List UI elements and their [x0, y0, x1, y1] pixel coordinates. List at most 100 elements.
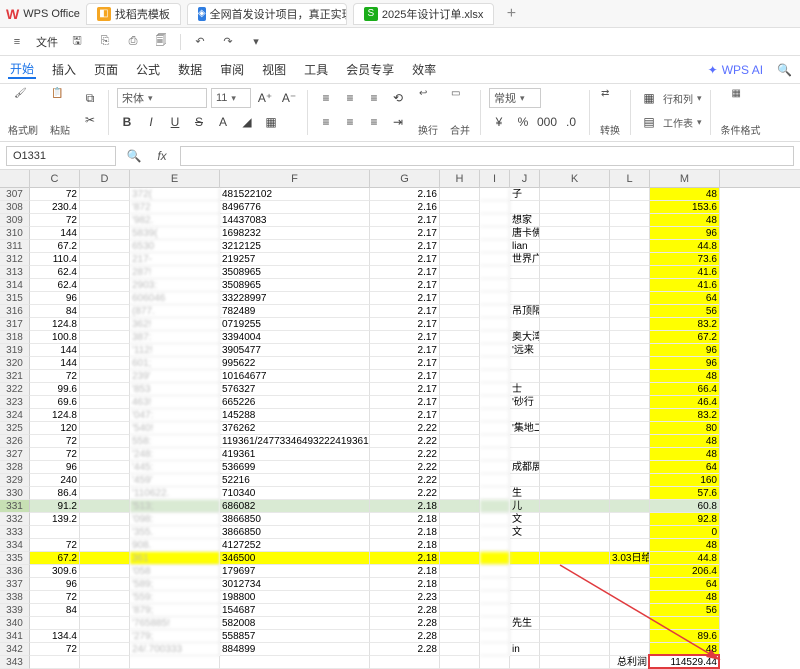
cell[interactable]: 2.18 — [370, 500, 440, 513]
cell[interactable] — [80, 461, 130, 474]
cell[interactable]: 41.6 — [650, 266, 720, 279]
indent-icon[interactable]: ⇥ — [388, 112, 408, 132]
menu-hamburger-icon[interactable]: ≡ — [8, 33, 26, 51]
menu-view[interactable]: 视图 — [260, 61, 288, 78]
cell[interactable] — [440, 435, 480, 448]
cell[interactable] — [540, 448, 610, 461]
cell[interactable] — [480, 643, 510, 656]
cell[interactable] — [80, 188, 130, 201]
cell[interactable]: 2.17 — [370, 305, 440, 318]
cell[interactable]: 4127252 — [220, 539, 370, 552]
cell[interactable] — [480, 552, 510, 565]
cell[interactable] — [480, 422, 510, 435]
cell[interactable] — [540, 591, 610, 604]
column-header[interactable]: K — [540, 170, 610, 188]
cell[interactable]: 72 — [30, 591, 80, 604]
percent-icon[interactable]: % — [513, 112, 533, 132]
cell[interactable] — [610, 253, 650, 266]
cell[interactable]: 3012734 — [220, 578, 370, 591]
row-header[interactable]: 317 — [0, 318, 30, 331]
menu-tools[interactable]: 工具 — [302, 61, 330, 78]
cell[interactable]: 6530 — [130, 240, 220, 253]
cell[interactable] — [440, 331, 480, 344]
cell[interactable]: 儿 — [510, 500, 540, 513]
cell[interactable]: 110.4 — [30, 253, 80, 266]
cell[interactable]: 3508965 — [220, 279, 370, 292]
cell[interactable]: in — [510, 643, 540, 656]
cell[interactable] — [80, 552, 130, 565]
formula-input[interactable] — [180, 146, 794, 166]
cell[interactable] — [610, 500, 650, 513]
cell[interactable]: 362! — [130, 318, 220, 331]
row-header[interactable]: 308 — [0, 201, 30, 214]
row-header[interactable]: 335 — [0, 552, 30, 565]
cell[interactable] — [440, 227, 480, 240]
cell[interactable]: 372( — [130, 188, 220, 201]
cell[interactable]: 72 — [30, 643, 80, 656]
cell[interactable] — [510, 656, 540, 669]
cell[interactable]: 481522102 — [220, 188, 370, 201]
cell[interactable] — [80, 383, 130, 396]
cell[interactable] — [610, 214, 650, 227]
cell[interactable] — [540, 331, 610, 344]
cell[interactable]: 2.18 — [370, 539, 440, 552]
cell[interactable]: 2.18 — [370, 565, 440, 578]
cell[interactable]: 91.2 — [30, 500, 80, 513]
cell[interactable]: '853 — [130, 383, 220, 396]
cell[interactable] — [80, 617, 130, 630]
cell[interactable]: 100.8 — [30, 331, 80, 344]
cell[interactable] — [510, 435, 540, 448]
cell[interactable]: 62.4 — [30, 279, 80, 292]
cell[interactable] — [440, 305, 480, 318]
cell[interactable] — [540, 604, 610, 617]
cell[interactable] — [80, 578, 130, 591]
row-header[interactable]: 310 — [0, 227, 30, 240]
cell[interactable] — [480, 227, 510, 240]
cell[interactable]: 先生 — [510, 617, 540, 630]
cell[interactable]: 239' — [130, 370, 220, 383]
menu-review[interactable]: 审阅 — [218, 61, 246, 78]
cell[interactable] — [80, 227, 130, 240]
cell[interactable] — [440, 500, 480, 513]
cell[interactable] — [540, 409, 610, 422]
cell[interactable] — [610, 201, 650, 214]
row-header[interactable]: 322 — [0, 383, 30, 396]
cell[interactable]: 52216 — [220, 474, 370, 487]
cell[interactable]: 710340 — [220, 487, 370, 500]
cell[interactable]: 48 — [650, 539, 720, 552]
row-header[interactable]: 320 — [0, 357, 30, 370]
row-header[interactable]: 321 — [0, 370, 30, 383]
cell[interactable]: '879; — [130, 604, 220, 617]
cell[interactable]: 686082 — [220, 500, 370, 513]
cell[interactable]: 2.17 — [370, 344, 440, 357]
cell[interactable]: 72 — [30, 448, 80, 461]
cell[interactable]: 99.6 — [30, 383, 80, 396]
cell[interactable]: 606046 — [130, 292, 220, 305]
cell[interactable] — [80, 305, 130, 318]
bold-button[interactable]: B — [117, 112, 137, 132]
cell[interactable]: 72 — [30, 370, 80, 383]
merge-group[interactable]: ▭ 合并 — [448, 88, 472, 137]
cell[interactable]: 230.4 — [30, 201, 80, 214]
cell[interactable]: 601; — [130, 357, 220, 370]
cell[interactable] — [440, 344, 480, 357]
menu-efficiency[interactable]: 效率 — [410, 61, 438, 78]
row-header[interactable]: 318 — [0, 331, 30, 344]
column-header[interactable]: D — [80, 170, 130, 188]
cell[interactable]: 3212125 — [220, 240, 370, 253]
currency-icon[interactable]: ¥ — [489, 112, 509, 132]
align-left-icon[interactable]: ≡ — [316, 112, 336, 132]
cell[interactable] — [610, 266, 650, 279]
cell[interactable] — [540, 188, 610, 201]
cell[interactable]: 576327 — [220, 383, 370, 396]
cell[interactable] — [540, 253, 610, 266]
cell[interactable] — [440, 487, 480, 500]
cell[interactable]: 10164677 — [220, 370, 370, 383]
cell[interactable]: 41.6 — [650, 279, 720, 292]
cell[interactable] — [610, 604, 650, 617]
name-box[interactable]: O1331 — [6, 146, 116, 166]
cell[interactable] — [510, 604, 540, 617]
cell[interactable] — [440, 240, 480, 253]
search-icon[interactable]: 🔍 — [777, 63, 792, 77]
cell[interactable]: 96 — [30, 578, 80, 591]
